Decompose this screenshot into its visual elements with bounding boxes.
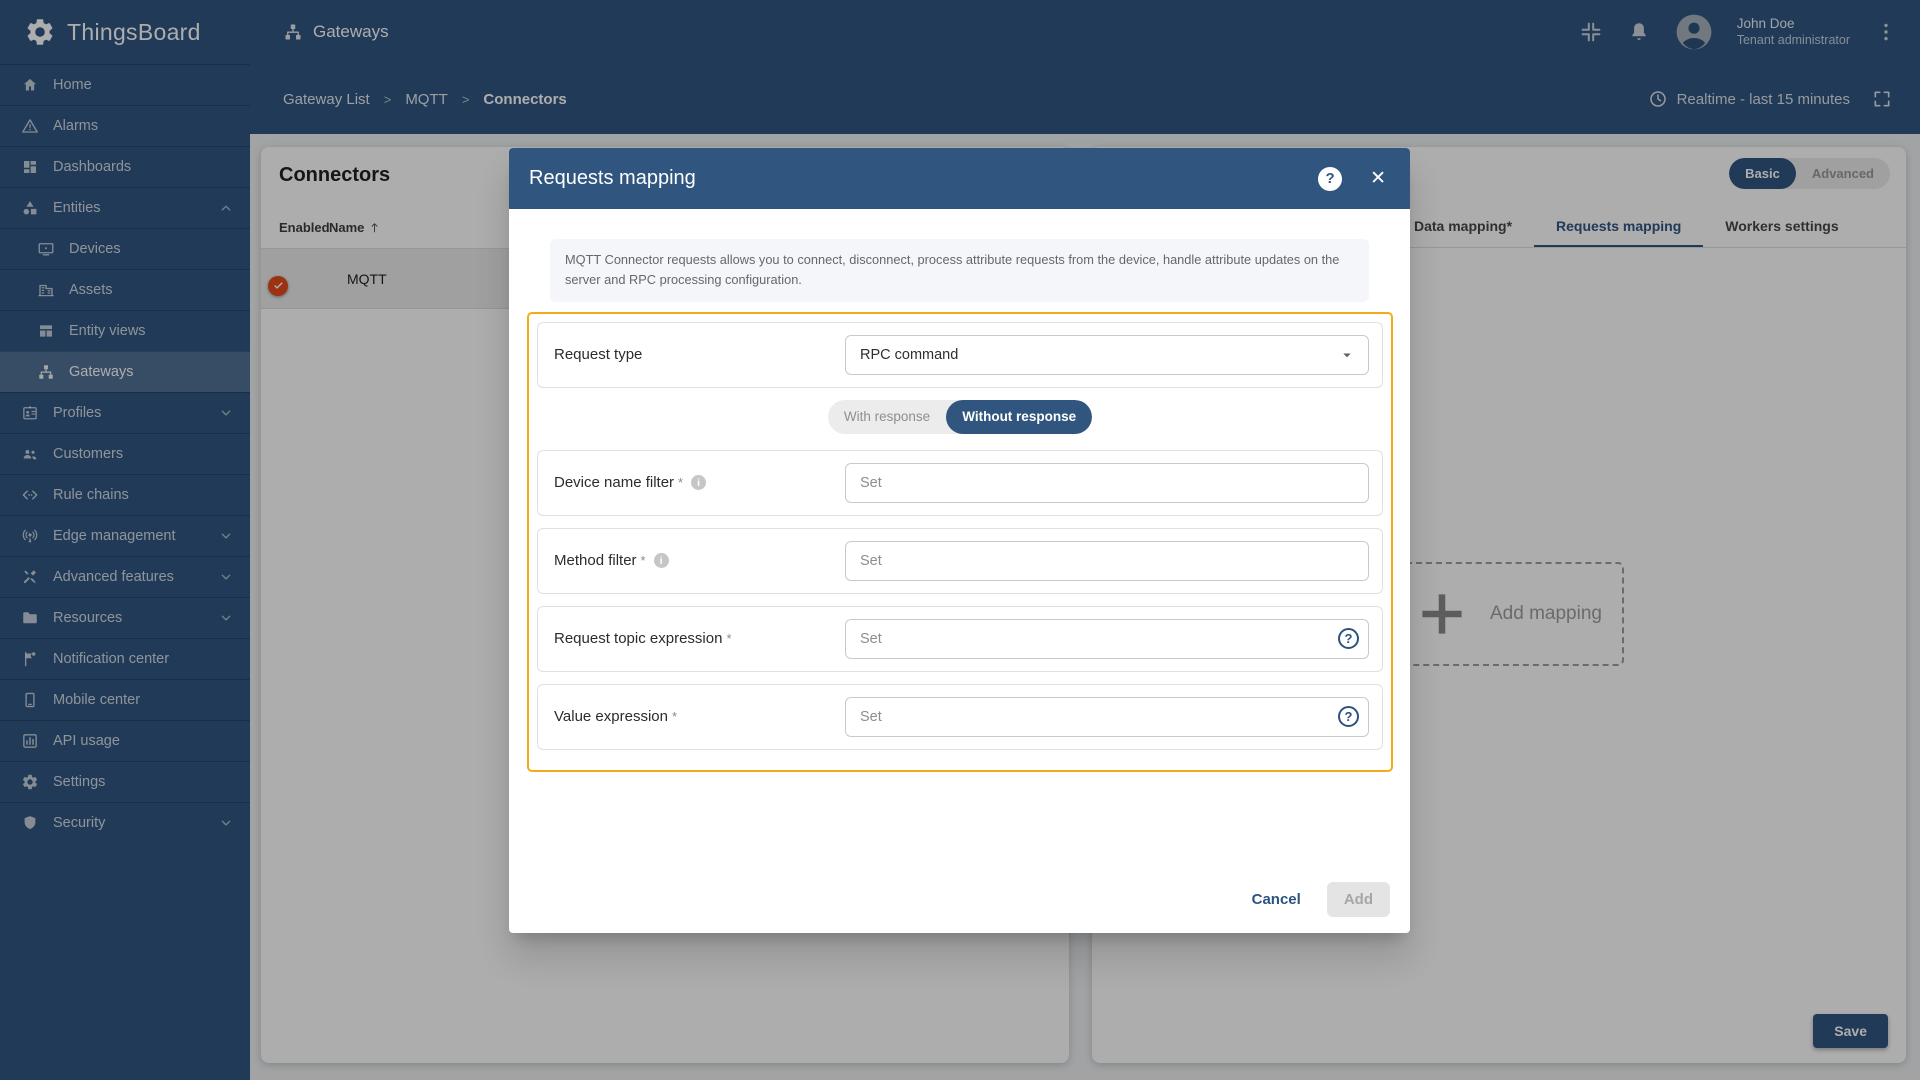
field-row-value-expression: Value expression*? [537, 683, 1383, 750]
field-row-device-name-filter: Device name filter * i [537, 449, 1383, 516]
request-type-row: Request type RPC command [537, 321, 1383, 388]
response-option-with-response[interactable]: With response [828, 400, 946, 434]
request-type-value: RPC command [860, 346, 959, 363]
close-icon[interactable]: ✕ [1370, 169, 1386, 188]
required-asterisk: * [726, 631, 732, 647]
method-filter-input[interactable] [845, 540, 1369, 581]
dialog-header-icons: ? ✕ [1318, 166, 1386, 191]
field-label: Request topic expression [554, 630, 723, 648]
required-asterisk: * [678, 475, 684, 491]
request-topic-expression-input[interactable] [845, 618, 1369, 659]
request-type-select[interactable]: RPC command [845, 334, 1369, 375]
dialog-title: Requests mapping [529, 167, 696, 189]
info-icon: i [691, 475, 707, 491]
dialog-description: MQTT Connector requests allows you to co… [550, 239, 1369, 302]
field-row-request-topic-expression: Request topic expression*? [537, 605, 1383, 672]
help-icon[interactable]: ? [1338, 705, 1359, 727]
response-toggle-row: With response Without response [537, 399, 1383, 434]
add-button[interactable]: Add [1326, 882, 1390, 917]
requests-mapping-dialog: Requests mapping ? ✕ MQTT Connector requ… [509, 148, 1410, 933]
chevron-down-icon [1338, 346, 1356, 364]
field-row-method-filter: Method filter * i [537, 527, 1383, 594]
field-label: Value expression [554, 708, 668, 726]
required-fields-section: Request type RPC command With response Wi… [527, 311, 1393, 772]
required-asterisk: * [671, 709, 678, 725]
required-asterisk: * [640, 553, 646, 569]
response-toggle: With response Without response [827, 399, 1093, 434]
dialog-header: Requests mapping ? ✕ [509, 148, 1410, 209]
dialog-body: MQTT Connector requests allows you to co… [509, 209, 1410, 933]
info-icon: i [653, 553, 669, 569]
response-option-without-response[interactable]: Without response [946, 399, 1093, 434]
field-label: Method filter [554, 552, 637, 570]
modal-fields: Device name filter*iMethod filter*iReque… [537, 449, 1383, 750]
value-expression-input[interactable] [845, 696, 1369, 737]
request-type-label: Request type [554, 346, 643, 364]
device-name-filter-input[interactable] [845, 462, 1369, 503]
help-icon[interactable]: ? [1318, 166, 1343, 191]
dialog-footer: Cancel Add [509, 882, 1410, 933]
help-icon[interactable]: ? [1338, 627, 1359, 649]
cancel-button[interactable]: Cancel [1238, 882, 1315, 917]
field-label: Device name filter [554, 474, 675, 492]
